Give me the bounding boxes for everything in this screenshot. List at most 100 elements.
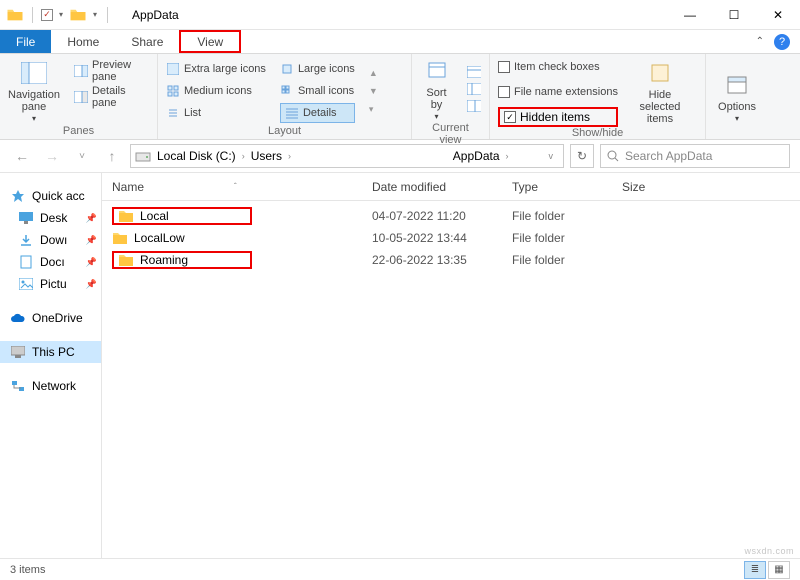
window-controls: — ☐ ✕: [668, 0, 800, 30]
downloads-icon: [18, 232, 34, 248]
hide-selected-items-button[interactable]: Hide selected items: [632, 57, 688, 127]
sidebar-item-documents[interactable]: Docı📌: [0, 251, 101, 273]
sidebar-onedrive[interactable]: OneDrive: [0, 307, 101, 329]
drive-icon: [135, 148, 151, 164]
help-icon[interactable]: ?: [774, 34, 790, 50]
lg-icons-icon: [280, 62, 294, 76]
address-bar[interactable]: Local Disk (C:) › Users › AppData › v: [130, 144, 564, 168]
watermark: wsxdn.com: [744, 546, 794, 556]
network-icon: [10, 378, 26, 394]
table-row[interactable]: Local04-07-2022 11:20File folder: [102, 205, 800, 227]
tab-file[interactable]: File: [0, 30, 51, 53]
checkbox-icon: [498, 86, 510, 98]
app-folder-icon: [6, 6, 24, 24]
sm-icons-icon: [280, 84, 294, 98]
preview-pane-button[interactable]: Preview pane: [74, 61, 149, 81]
panes-group-label: Panes: [8, 125, 149, 139]
sidebar-this-pc[interactable]: This PC: [0, 341, 101, 363]
back-button[interactable]: ←: [10, 144, 34, 168]
sort-by-button[interactable]: Sort by ▾: [420, 57, 453, 122]
minimize-button[interactable]: —: [668, 0, 712, 30]
recent-locations-icon[interactable]: ˅: [70, 144, 94, 168]
breadcrumb-0[interactable]: Local Disk (C:): [153, 149, 240, 163]
details-view-toggle[interactable]: ≣: [744, 561, 766, 579]
chevron-right-icon[interactable]: ›: [242, 151, 245, 161]
column-size[interactable]: Size: [612, 180, 692, 194]
file-rows: Local04-07-2022 11:20File folderLocalLow…: [102, 201, 800, 271]
column-headers: Nameˆ Date modified Type Size: [102, 173, 800, 201]
size-columns-icon[interactable]: [467, 99, 481, 113]
sidebar-network[interactable]: Network: [0, 375, 101, 397]
tab-view[interactable]: View: [179, 30, 241, 53]
sort-asc-icon: ˆ: [234, 182, 237, 191]
table-row[interactable]: Roaming22-06-2022 13:35File folder: [102, 249, 800, 271]
refresh-button[interactable]: ↻: [570, 144, 594, 168]
search-box[interactable]: Search AppData: [600, 144, 790, 168]
details-pane-button[interactable]: Details pane: [74, 87, 149, 107]
pictures-icon: [18, 276, 34, 292]
extra-large-icons-button[interactable]: Extra large icons: [166, 59, 266, 79]
medium-icons-button[interactable]: Medium icons: [166, 81, 266, 101]
search-placeholder: Search AppData: [625, 149, 712, 163]
options-button[interactable]: Options ▾: [714, 57, 760, 137]
large-icons-toggle[interactable]: ▦: [768, 561, 790, 579]
folder-icon: [112, 231, 128, 245]
scroll-down-icon[interactable]: ▼: [369, 86, 378, 96]
qat-folder-icon: [69, 6, 87, 24]
details-view-icon: [285, 106, 299, 120]
breadcrumb-1[interactable]: Users: [247, 149, 286, 163]
details-view-button[interactable]: Details: [280, 103, 355, 123]
list-button[interactable]: List: [166, 103, 266, 123]
qat-dropdown2-icon[interactable]: ▾: [91, 8, 99, 21]
more-layouts-icon[interactable]: ▾: [369, 104, 378, 115]
chevron-right-icon[interactable]: ›: [288, 151, 291, 161]
address-bar-row: ← → ˅ ↑ Local Disk (C:) › Users › AppDat…: [0, 140, 800, 172]
column-name[interactable]: Nameˆ: [102, 180, 362, 194]
column-date[interactable]: Date modified: [362, 180, 502, 194]
sidebar-quick-access[interactable]: Quick acc: [0, 185, 101, 207]
title-bar: ✓ ▾ ▾ AppData — ☐ ✕: [0, 0, 800, 30]
pc-icon: [10, 344, 26, 360]
qat-separator2: [107, 7, 108, 23]
group-by-icon[interactable]: [467, 65, 481, 79]
tab-home[interactable]: Home: [51, 30, 115, 53]
column-type[interactable]: Type: [502, 180, 612, 194]
chevron-right-icon[interactable]: ›: [506, 151, 509, 161]
breadcrumb-2[interactable]: AppData: [449, 149, 504, 163]
layout-group-label: Layout: [166, 125, 403, 139]
up-button[interactable]: ↑: [100, 144, 124, 168]
xl-icons-icon: [166, 62, 180, 76]
table-row[interactable]: LocalLow10-05-2022 13:44File folder: [102, 227, 800, 249]
sidebar-item-downloads[interactable]: Dowı📌: [0, 229, 101, 251]
collapse-ribbon-icon[interactable]: ⌃: [756, 36, 764, 47]
qat-dropdown-icon[interactable]: ▾: [57, 8, 65, 21]
preview-pane-icon: [74, 64, 88, 78]
large-icons-button[interactable]: Large icons: [280, 59, 355, 79]
checkbox-icon: [498, 61, 510, 73]
address-dropdown-icon[interactable]: v: [543, 151, 560, 161]
hidden-items-toggle[interactable]: Hidden items: [498, 107, 618, 127]
folder-icon: [118, 209, 134, 223]
close-button[interactable]: ✕: [756, 0, 800, 30]
checkbox-checked-icon: [504, 111, 516, 123]
window-title: AppData: [132, 8, 179, 22]
chevron-down-icon: ▾: [434, 113, 438, 122]
list-icon: [166, 106, 180, 120]
ribbon-tabs: File Home Share View ⌃ ?: [0, 30, 800, 54]
status-bar: 3 items ≣ ▦: [0, 558, 800, 580]
small-icons-button[interactable]: Small icons: [280, 81, 355, 101]
qat-checkbox[interactable]: ✓: [41, 9, 53, 21]
quick-access-toolbar: ✓ ▾ ▾: [0, 6, 118, 24]
scroll-up-icon[interactable]: ▲: [369, 68, 378, 78]
add-columns-icon[interactable]: [467, 82, 481, 96]
sidebar-item-desktop[interactable]: Desk📌: [0, 207, 101, 229]
tab-share[interactable]: Share: [115, 30, 179, 53]
forward-button[interactable]: →: [40, 144, 64, 168]
navigation-pane-button[interactable]: Navigation pane ▾: [8, 57, 60, 125]
item-check-boxes-toggle[interactable]: Item check boxes: [498, 57, 618, 77]
navigation-sidebar: Quick acc Desk📌 Dowı📌 Docı📌 Pictu📌 OneDr…: [0, 173, 102, 558]
sidebar-item-pictures[interactable]: Pictu📌: [0, 273, 101, 295]
file-name-extensions-toggle[interactable]: File name extensions: [498, 82, 618, 102]
qat-separator: [32, 7, 33, 23]
maximize-button[interactable]: ☐: [712, 0, 756, 30]
